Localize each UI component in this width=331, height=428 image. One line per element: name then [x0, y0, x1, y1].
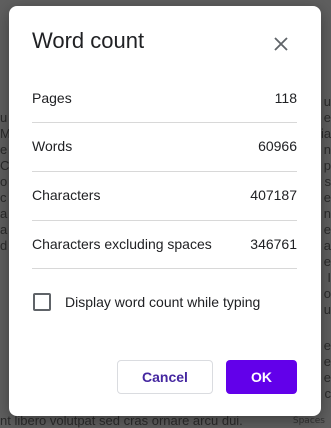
bg-text-fragment: e [323, 110, 331, 125]
bg-text-fragment: n [323, 142, 331, 157]
stat-value: 118 [274, 90, 297, 106]
bg-text-fragment: s [324, 174, 331, 189]
divider [32, 171, 297, 172]
cancel-button[interactable]: Cancel [117, 360, 213, 394]
divider [32, 122, 297, 123]
bg-text-fragment: ia [321, 126, 331, 141]
stat-value: 60966 [258, 138, 297, 154]
stat-value: 407187 [250, 187, 297, 203]
stat-label: Characters excluding spaces [32, 236, 212, 252]
ok-button[interactable]: OK [226, 360, 297, 394]
stat-label: Characters [32, 187, 101, 203]
bg-text-fragment: c [324, 386, 331, 401]
divider [32, 220, 297, 221]
stat-row-characters: Characters 407187 [32, 187, 297, 211]
bg-text-fragment: e [323, 370, 331, 385]
watermark: Spaces [292, 416, 325, 426]
bg-text-fragment: e [323, 254, 331, 269]
bg-text-fragment: u [323, 94, 331, 109]
display-word-count-option[interactable]: Display word count while typing [33, 292, 260, 312]
close-button[interactable] [269, 32, 293, 56]
bg-text-fragment: I [327, 270, 331, 285]
bg-text-fragment: p [323, 158, 331, 173]
stat-row-characters-no-spaces: Characters excluding spaces 346761 [32, 236, 297, 260]
divider [32, 268, 297, 269]
bg-text-fragment: o [323, 286, 331, 301]
stat-row-pages: Pages 118 [32, 90, 297, 114]
stat-value: 346761 [250, 236, 297, 252]
word-count-dialog: Word count Pages 118 Words 60966 Charact… [9, 6, 321, 416]
bg-text-fragment: a [323, 238, 331, 253]
bg-text-fragment: e [323, 222, 331, 237]
stat-label: Words [32, 138, 73, 154]
bg-text-fragment: e [323, 338, 331, 353]
close-icon [274, 37, 288, 51]
bg-text-fragment: e [323, 190, 331, 205]
stat-label: Pages [32, 90, 72, 106]
checkbox-label: Display word count while typing [65, 294, 261, 310]
bg-text-fragment: u [323, 302, 331, 317]
dialog-title: Word count [32, 28, 145, 53]
stat-row-words: Words 60966 [32, 138, 297, 162]
bg-text-fragment: n [323, 206, 331, 221]
bg-text-fragment: e [323, 354, 331, 369]
display-word-count-checkbox[interactable] [33, 293, 51, 311]
